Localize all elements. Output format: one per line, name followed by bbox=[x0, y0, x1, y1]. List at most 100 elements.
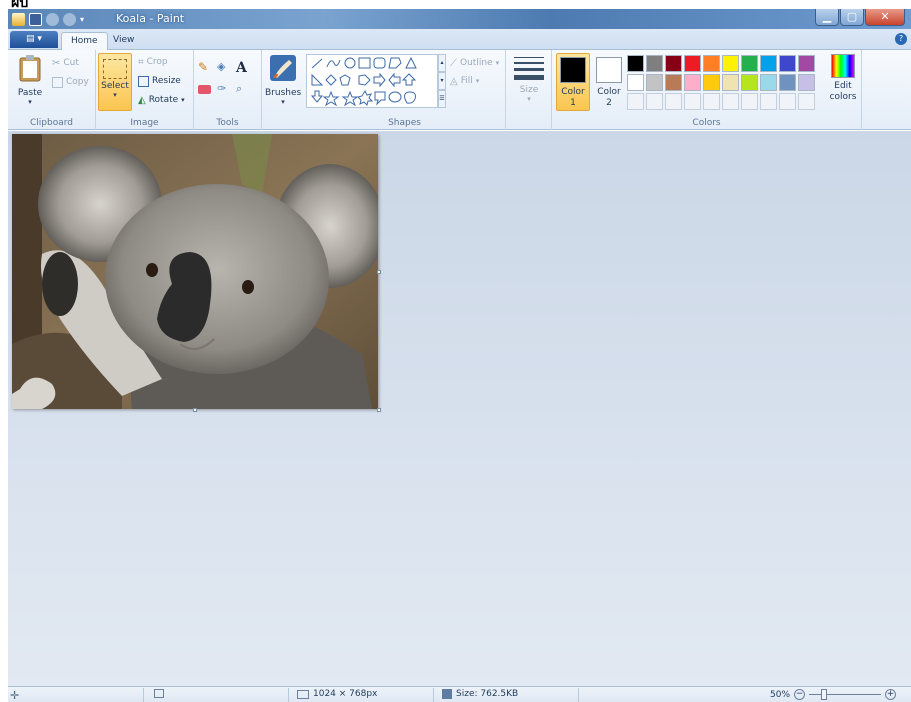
outline-button[interactable]: ⟋ Outline ▾ bbox=[450, 56, 499, 70]
palette-color-6[interactable] bbox=[741, 55, 758, 72]
koala-image-canvas[interactable] bbox=[12, 134, 378, 409]
maximize-button[interactable]: ▢ bbox=[840, 9, 864, 26]
palette-color-4[interactable] bbox=[703, 55, 720, 72]
copy-icon bbox=[52, 76, 63, 88]
palette-color-1[interactable] bbox=[646, 55, 663, 72]
select-button[interactable]: Select ▾ bbox=[98, 53, 132, 111]
rotate-button[interactable]: ◭ Rotate ▾ bbox=[138, 93, 185, 107]
paint-app-icon[interactable] bbox=[12, 12, 25, 26]
crosshair-icon: ✛ bbox=[10, 689, 20, 702]
palette-color-0[interactable] bbox=[627, 55, 644, 72]
color2-number: 2 bbox=[606, 98, 612, 108]
palette-color-row2-4[interactable] bbox=[703, 74, 720, 91]
custom-color-slot[interactable] bbox=[760, 93, 777, 110]
palette-color-8[interactable] bbox=[779, 55, 796, 72]
palette-color-5[interactable] bbox=[722, 55, 739, 72]
canvas-work-area[interactable] bbox=[8, 131, 911, 686]
custom-color-slot[interactable] bbox=[779, 93, 796, 110]
image-dimensions-text: 1024 × 768px bbox=[313, 689, 378, 699]
resize-label: Resize bbox=[152, 76, 181, 86]
select-label: Select bbox=[101, 81, 129, 91]
color1-swatch bbox=[560, 57, 586, 83]
palette-color-row2-0[interactable] bbox=[627, 74, 644, 91]
resize-handle-right[interactable] bbox=[377, 270, 381, 274]
palette-color-3[interactable] bbox=[684, 55, 701, 72]
palette-color-row2-2[interactable] bbox=[665, 74, 682, 91]
resize-handle-corner[interactable] bbox=[377, 408, 381, 412]
minimize-button[interactable]: ▁ bbox=[815, 9, 839, 26]
magnifier-icon[interactable]: ⌕ bbox=[236, 82, 255, 104]
image-dimensions-icon bbox=[297, 689, 309, 699]
shapes-scroll-up-icon[interactable]: ▴ bbox=[438, 54, 446, 72]
brushes-button[interactable]: Brushes ▾ bbox=[265, 54, 301, 106]
cursor-position: ✛ bbox=[10, 689, 19, 702]
palette-color-2[interactable] bbox=[665, 55, 682, 72]
paste-label: Paste bbox=[17, 88, 43, 98]
tab-view[interactable]: View bbox=[104, 32, 143, 50]
color-picker-icon[interactable]: ✑ bbox=[217, 82, 236, 104]
file-size-text: Size: 762.5KB bbox=[456, 689, 519, 699]
resize-handle-bottom[interactable] bbox=[193, 408, 197, 412]
shapes-group-label: Shapes bbox=[388, 118, 421, 128]
paste-dropdown-icon[interactable]: ▾ bbox=[12, 98, 48, 106]
fill-bucket-icon[interactable]: ◈ bbox=[217, 60, 236, 82]
copy-label: Copy bbox=[66, 77, 89, 87]
color1-button[interactable]: Color 1 bbox=[556, 53, 590, 111]
palette-color-9[interactable] bbox=[798, 55, 815, 72]
custom-color-slot[interactable] bbox=[684, 93, 701, 110]
custom-color-slot[interactable] bbox=[627, 93, 644, 110]
palette-color-row2-1[interactable] bbox=[646, 74, 663, 91]
palette-color-row2-7[interactable] bbox=[760, 74, 777, 91]
zoom-slider-thumb[interactable] bbox=[821, 689, 828, 700]
rotate-dropdown-icon[interactable]: ▾ bbox=[181, 96, 185, 104]
crop-button[interactable]: ⌗ Crop bbox=[138, 55, 168, 69]
brushes-dropdown-icon[interactable]: ▾ bbox=[265, 98, 301, 106]
copy-button[interactable]: Copy bbox=[52, 75, 89, 89]
tab-home[interactable]: Home bbox=[61, 32, 108, 50]
save-icon[interactable] bbox=[29, 12, 42, 26]
image-group: Select ▾ ⌗ Crop Resize ◭ Rotate ▾ Image bbox=[96, 50, 194, 130]
palette-color-row2-6[interactable] bbox=[741, 74, 758, 91]
palette-color-row2-3[interactable] bbox=[684, 74, 701, 91]
palette-color-row2-5[interactable] bbox=[722, 74, 739, 91]
redo-icon[interactable] bbox=[63, 12, 76, 26]
zoom-slider[interactable] bbox=[809, 689, 882, 700]
select-dropdown-icon[interactable]: ▾ bbox=[99, 91, 131, 99]
text-tool-icon[interactable]: A bbox=[236, 60, 255, 82]
crop-label: Crop bbox=[146, 57, 168, 67]
customize-quick-access-icon[interactable]: ▾ bbox=[80, 15, 84, 24]
color2-button[interactable]: Color 2 bbox=[592, 53, 626, 111]
palette-color-row2-8[interactable] bbox=[779, 74, 796, 91]
zoom-out-icon[interactable]: − bbox=[794, 689, 806, 700]
paint-menu-button[interactable]: ▤ ▾ bbox=[10, 31, 58, 48]
resize-button[interactable]: Resize bbox=[138, 74, 181, 88]
custom-color-slot[interactable] bbox=[798, 93, 815, 110]
custom-color-slot[interactable] bbox=[665, 93, 682, 110]
pencil-icon[interactable]: ✎ bbox=[198, 60, 217, 82]
brushes-group: Brushes ▾ bbox=[262, 50, 304, 130]
help-icon[interactable]: ? bbox=[895, 33, 907, 45]
zoom-in-icon[interactable]: + bbox=[885, 689, 897, 700]
disk-icon bbox=[442, 689, 452, 699]
eraser-icon[interactable] bbox=[198, 85, 211, 94]
size-group: Size ▾ bbox=[506, 50, 552, 130]
size-button[interactable]: Size ▾ bbox=[511, 54, 547, 103]
image-group-label: Image bbox=[130, 118, 159, 128]
custom-color-slot[interactable] bbox=[741, 93, 758, 110]
palette-color-row2-9[interactable] bbox=[798, 74, 815, 91]
close-button[interactable]: ✕ bbox=[865, 9, 905, 26]
cut-button[interactable]: ✂ Cut bbox=[52, 56, 79, 70]
ribbon-tab-row: ▤ ▾ Home View ? bbox=[8, 29, 911, 50]
custom-color-slot[interactable] bbox=[703, 93, 720, 110]
shapes-more-icon[interactable]: ☰ bbox=[438, 90, 446, 108]
undo-icon[interactable] bbox=[46, 12, 59, 26]
custom-color-slot[interactable] bbox=[722, 93, 739, 110]
custom-color-slot[interactable] bbox=[646, 93, 663, 110]
paste-button[interactable]: Paste ▾ bbox=[12, 54, 48, 106]
shapes-scroll-down-icon[interactable]: ▾ bbox=[438, 72, 446, 90]
palette-color-7[interactable] bbox=[760, 55, 777, 72]
colors-group-label: Colors bbox=[692, 118, 721, 128]
edit-colors-button[interactable]: Edit colors bbox=[824, 54, 862, 103]
fill-button[interactable]: ◬ Fill ▾ bbox=[450, 74, 479, 88]
koala-photo bbox=[12, 134, 378, 409]
